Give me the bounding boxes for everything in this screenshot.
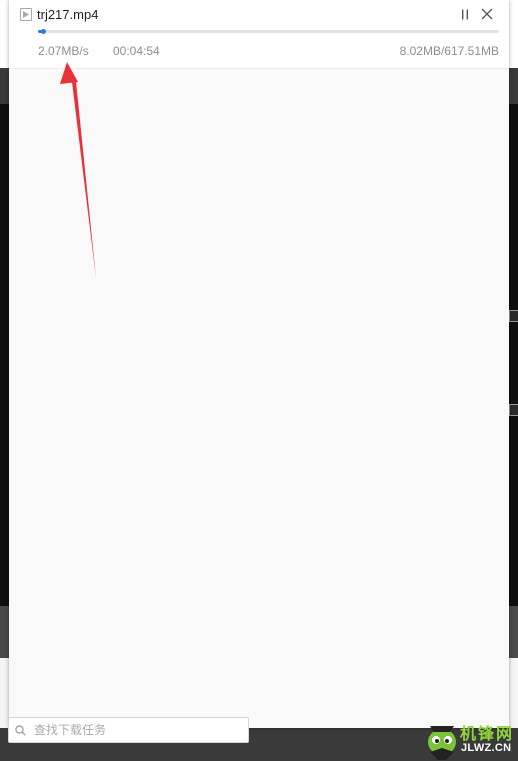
video-file-icon <box>20 8 32 21</box>
time-remaining: 00:04:54 <box>113 44 160 58</box>
watermark-cjk-text: 机锋网 <box>460 726 515 743</box>
close-button[interactable] <box>479 6 495 22</box>
task-list-empty-area <box>9 69 509 712</box>
watermark-url-text: JLWZ.CN <box>461 742 512 754</box>
download-panel: trj217.mp4 2.07MB/s 00:04:54 8.02MB/617.… <box>9 0 509 728</box>
task-search-input[interactable] <box>32 722 236 738</box>
screen: trj217.mp4 2.07MB/s 00:04:54 8.02MB/617.… <box>0 0 518 761</box>
download-speed: 2.07MB/s <box>38 44 89 58</box>
download-task[interactable]: trj217.mp4 2.07MB/s 00:04:54 8.02MB/617.… <box>9 0 509 69</box>
task-file-name: trj217.mp4 <box>37 7 99 22</box>
task-search-box[interactable] <box>8 717 249 743</box>
pause-button[interactable] <box>457 6 473 22</box>
background-edge-icon <box>509 404 518 416</box>
background-edge-icon <box>509 310 518 322</box>
close-icon <box>481 8 493 20</box>
download-progress-bar <box>38 29 499 34</box>
download-progress-marker <box>40 29 46 34</box>
pause-icon <box>462 9 468 19</box>
search-icon <box>15 724 26 736</box>
download-size: 8.02MB/617.51MB <box>399 44 499 58</box>
mascot-logo-icon <box>428 726 456 760</box>
